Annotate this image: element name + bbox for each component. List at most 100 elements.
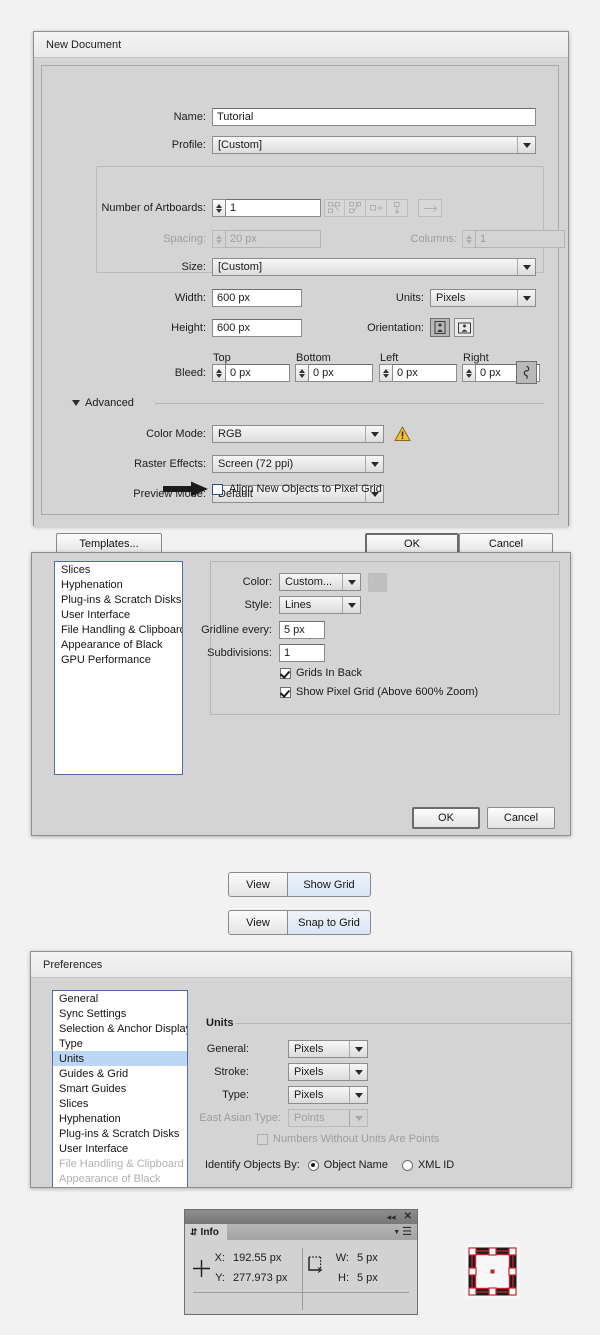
sidebar-item-user-interface[interactable]: User Interface	[53, 1141, 187, 1156]
units-type-select[interactable]: Pixels	[288, 1086, 368, 1104]
color-mode-label: Color Mode:	[146, 428, 206, 440]
bleed-left-input[interactable]: 0 px	[392, 364, 457, 382]
new-document-title: New Document	[34, 32, 568, 58]
selected-square-with-bounding-box	[468, 1247, 517, 1296]
info-tab-label: Info	[200, 1226, 219, 1238]
units-east-asian-select: Points	[288, 1109, 368, 1127]
grid-color-swatch[interactable]	[368, 573, 387, 592]
size-select[interactable]: [Custom]	[212, 258, 536, 276]
identify-objects-label: Identify Objects By:	[205, 1159, 300, 1171]
width-input[interactable]: 600 px	[212, 289, 302, 307]
stepper-down-icon	[383, 373, 389, 378]
bleed-top-stepper[interactable]	[212, 364, 225, 382]
bleed-bottom-input[interactable]: 0 px	[308, 364, 373, 382]
grid-prefs-ok-button[interactable]: OK	[412, 807, 480, 829]
gridline-every-input[interactable]: 5 px	[279, 621, 325, 639]
identify-object-name-label: Object Name	[323, 1159, 388, 1171]
sidebar-item-type[interactable]: Type	[53, 1036, 187, 1051]
sidebar-item-plugins-scratch-disks[interactable]: Plug-ins & Scratch Disks	[53, 1126, 187, 1141]
sidebar-item-guides-grid[interactable]: Guides & Grid	[53, 1066, 187, 1081]
category-item[interactable]: File Handling & Clipboard	[55, 622, 182, 637]
orientation-portrait-button[interactable]	[430, 318, 450, 337]
category-item[interactable]: Hyphenation	[55, 577, 182, 592]
grids-in-back-row[interactable]: Grids In Back	[280, 667, 362, 679]
show-pixel-grid-row[interactable]: Show Pixel Grid (Above 600% Zoom)	[280, 686, 478, 698]
chevron-down-icon	[365, 456, 383, 472]
units-stroke-label: Stroke:	[214, 1066, 249, 1078]
identify-xml-id-radio[interactable]	[401, 1159, 413, 1171]
units-select[interactable]: Pixels	[430, 289, 536, 307]
units-east-asian-label: East Asian Type:	[199, 1112, 281, 1124]
sidebar-item-slices[interactable]: Slices	[53, 1096, 187, 1111]
align-pixel-grid-row[interactable]: Align New Objects to Pixel Grid	[212, 483, 382, 495]
chevron-down-icon	[349, 1087, 367, 1103]
raster-effects-value: Screen (72 ppi)	[218, 458, 294, 470]
view-menu-button[interactable]: View	[228, 872, 288, 897]
arrow-right-pointer-icon	[163, 481, 208, 497]
units-general-select[interactable]: Pixels	[288, 1040, 368, 1058]
bleed-right-stepper[interactable]	[462, 364, 475, 382]
grids-in-back-checkbox[interactable]	[280, 667, 291, 679]
width-height-arrow-icon	[308, 1256, 323, 1273]
color-mode-value: RGB	[218, 428, 242, 440]
category-item[interactable]: Slices	[55, 562, 182, 577]
orientation-portrait-icon	[434, 321, 446, 334]
sidebar-item-sync-settings[interactable]: Sync Settings	[53, 1006, 187, 1021]
sidebar-item-hyphenation[interactable]: Hyphenation	[53, 1111, 187, 1126]
profile-select[interactable]: [Custom]	[212, 136, 536, 154]
double-chevron-left-icon[interactable]: ◂◂	[387, 1212, 396, 1222]
bleed-label: Bleed:	[174, 367, 206, 379]
artboards-input[interactable]: 1	[225, 199, 321, 217]
units-type-value: Pixels	[294, 1089, 324, 1101]
advanced-disclosure[interactable]: Advanced	[72, 397, 134, 409]
sidebar-item-units[interactable]: Units	[53, 1051, 187, 1066]
align-pixel-grid-checkbox[interactable]	[212, 483, 223, 495]
info-tab[interactable]: ⇵ Info	[185, 1224, 227, 1240]
category-item[interactable]: User Interface	[55, 607, 182, 622]
category-item[interactable]: GPU Performance	[55, 652, 182, 667]
subdivisions-input[interactable]: 1	[279, 644, 325, 662]
info-x-label: X:	[214, 1252, 225, 1264]
panel-menu-icon[interactable]: ▼ ☰	[393, 1224, 417, 1240]
info-panel-vertical-divider	[302, 1248, 303, 1310]
stepper-up-icon	[216, 368, 222, 373]
orientation-landscape-button[interactable]	[454, 318, 474, 337]
height-input[interactable]: 600 px	[212, 319, 302, 337]
view-menu-button[interactable]: View	[228, 910, 288, 935]
snap-to-grid-menu-item[interactable]: Snap to Grid	[288, 910, 371, 935]
sidebar-item-selection-anchor-display[interactable]: Selection & Anchor Display	[53, 1021, 187, 1036]
name-input[interactable]: Tutorial	[212, 108, 536, 126]
name-label: Name:	[173, 111, 206, 123]
bleed-link-button[interactable]	[516, 361, 537, 384]
color-mode-select[interactable]: RGB	[212, 425, 384, 443]
units-category-list[interactable]: General Sync Settings Selection & Anchor…	[52, 990, 188, 1187]
units-general-value: Pixels	[294, 1043, 324, 1055]
bleed-bottom-stepper[interactable]	[295, 364, 308, 382]
raster-effects-select[interactable]: Screen (72 ppi)	[212, 455, 384, 473]
sidebar-item-smart-guides[interactable]: Smart Guides	[53, 1081, 187, 1096]
artboards-stepper[interactable]	[212, 199, 225, 217]
bleed-left-stepper[interactable]	[379, 364, 392, 382]
show-grid-menu-item[interactable]: Show Grid	[288, 872, 371, 897]
bleed-top-input[interactable]: 0 px	[225, 364, 290, 382]
units-east-asian-value: Points	[294, 1112, 325, 1124]
sidebar-item-appearance-of-black[interactable]: Appearance of Black	[53, 1171, 187, 1186]
stepper-down-icon	[216, 239, 222, 244]
units-section-divider	[236, 1023, 571, 1024]
identify-object-name-radio[interactable]	[307, 1159, 319, 1171]
sidebar-item-file-handling-clipboard[interactable]: File Handling & Clipboard	[53, 1156, 187, 1171]
category-item[interactable]: Plug-ins & Scratch Disks	[55, 592, 182, 607]
grid-prefs-cancel-button[interactable]: Cancel	[487, 807, 555, 829]
arrange-by-row-icon	[366, 199, 387, 217]
category-item[interactable]: Appearance of Black	[55, 637, 182, 652]
guides-grid-category-list[interactable]: Slices Hyphenation Plug-ins & Scratch Di…	[54, 561, 183, 775]
columns-input: 1	[475, 230, 565, 248]
chevron-down-icon	[517, 290, 535, 306]
grid-style-select[interactable]: Lines	[279, 596, 361, 614]
identify-xml-id-label: XML ID	[417, 1159, 455, 1171]
units-stroke-select[interactable]: Pixels	[288, 1063, 368, 1081]
show-pixel-grid-checkbox[interactable]	[280, 686, 291, 698]
close-x-icon[interactable]: ✕	[404, 1212, 412, 1222]
sidebar-item-general[interactable]: General	[53, 991, 187, 1006]
grid-color-select[interactable]: Custom...	[279, 573, 361, 591]
